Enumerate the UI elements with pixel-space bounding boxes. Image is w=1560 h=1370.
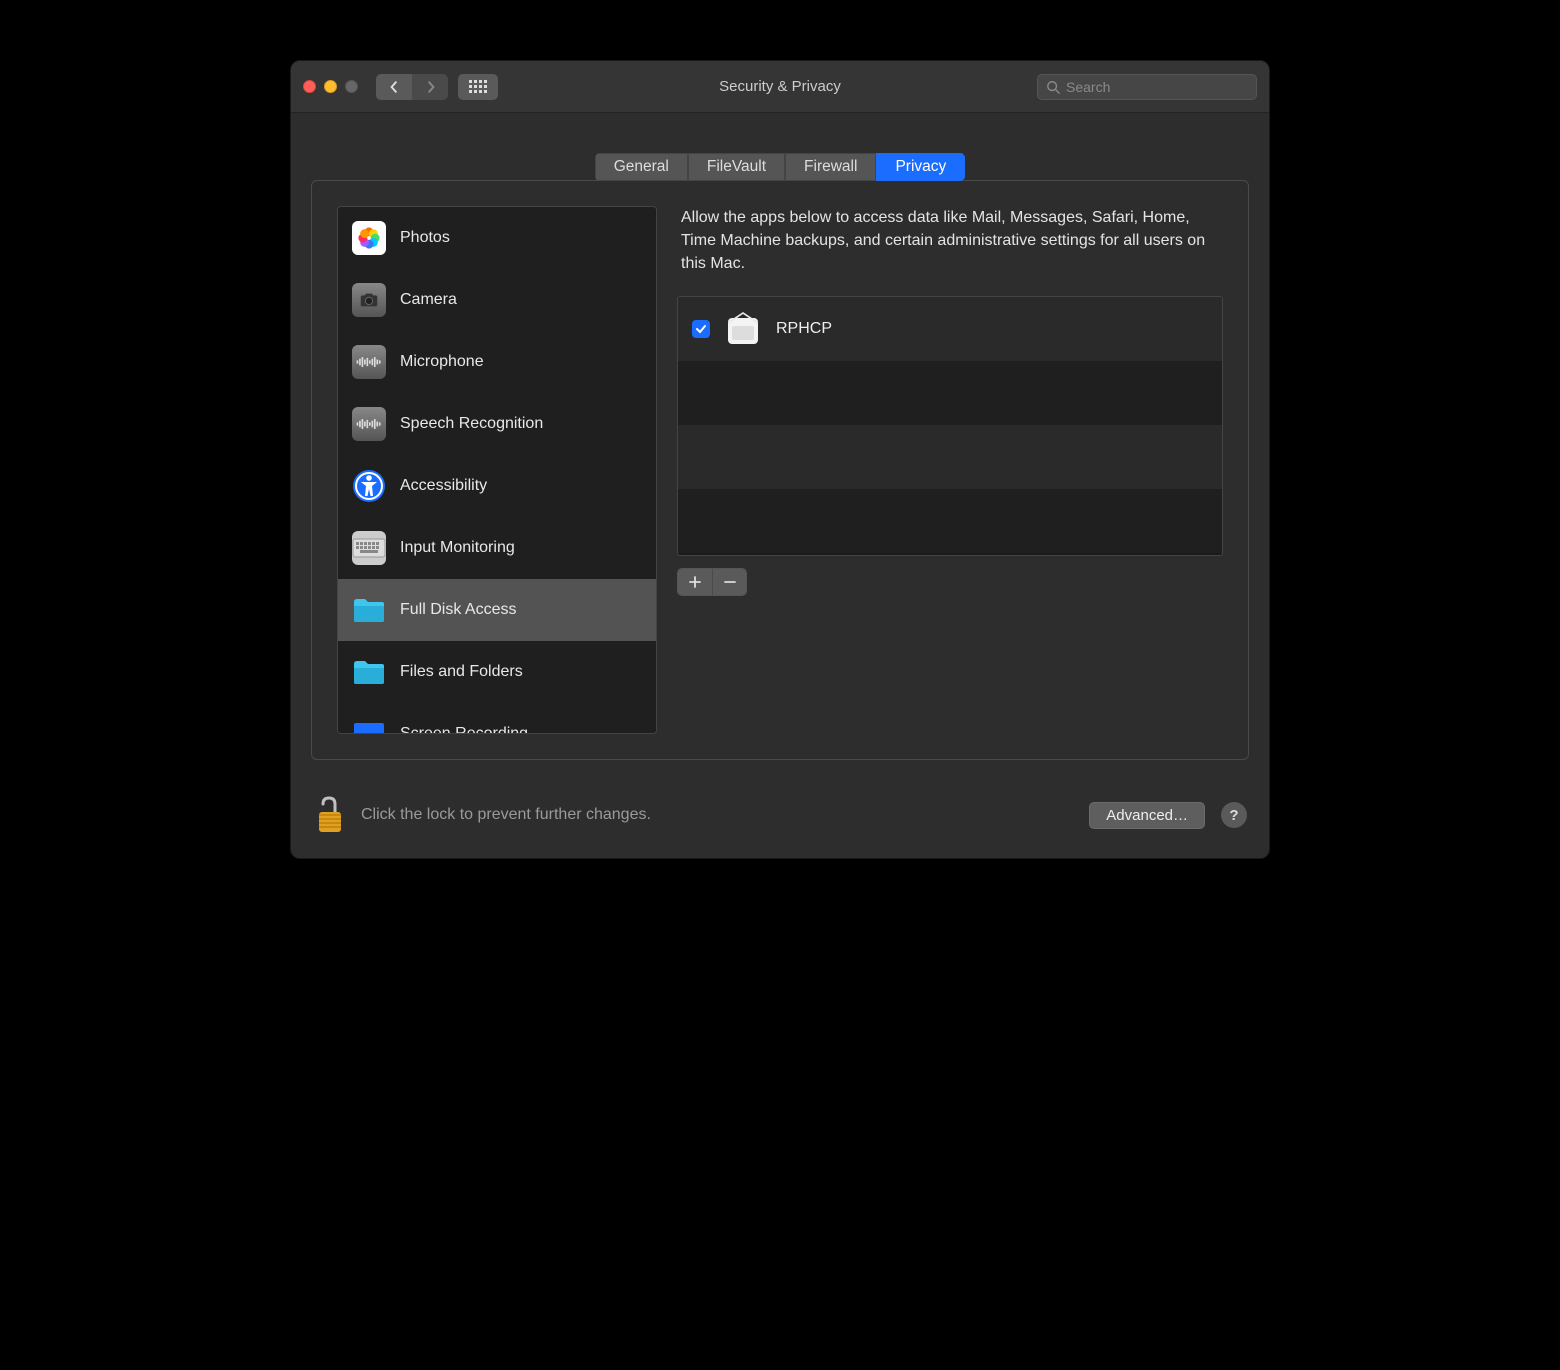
back-button[interactable] <box>376 74 412 100</box>
content-area: General FileVault Firewall Privacy Photo… <box>291 113 1269 780</box>
lock-text: Click the lock to prevent further change… <box>361 806 651 824</box>
sidebar-item-label: Files and Folders <box>400 663 523 681</box>
sidebar-item-label: Photos <box>400 229 450 247</box>
tab-privacy[interactable]: Privacy <box>876 153 965 181</box>
tab-firewall[interactable]: Firewall <box>785 153 876 181</box>
sidebar-item-input-monitoring[interactable]: Input Monitoring <box>338 517 656 579</box>
lock-area[interactable]: Click the lock to prevent further change… <box>313 794 1073 836</box>
grid-icon <box>469 80 487 93</box>
plus-icon <box>689 576 701 588</box>
app-row-empty <box>678 425 1222 489</box>
microphone-icon <box>352 345 386 379</box>
sidebar-item-label: Screen Recording <box>400 725 528 734</box>
detail-pane: Allow the apps below to access data like… <box>677 206 1223 734</box>
privacy-category-list[interactable]: Photos Camera Microphone <box>337 206 657 734</box>
sidebar-item-files-folders[interactable]: Files and Folders <box>338 641 656 703</box>
keyboard-icon <box>352 531 386 565</box>
sidebar-item-label: Accessibility <box>400 477 487 495</box>
advanced-button[interactable]: Advanced… <box>1089 802 1205 829</box>
search-field[interactable] <box>1037 74 1257 100</box>
sidebar-item-speech[interactable]: Speech Recognition <box>338 393 656 455</box>
traffic-lights <box>303 80 358 93</box>
check-icon <box>695 323 707 335</box>
add-remove-group <box>677 568 747 596</box>
photos-icon <box>352 221 386 255</box>
app-row[interactable]: RPHCP <box>678 297 1222 361</box>
preferences-window: Security & Privacy General FileVault Fir… <box>290 60 1270 859</box>
sidebar-item-photos[interactable]: Photos <box>338 207 656 269</box>
close-window-button[interactable] <box>303 80 316 93</box>
sidebar-item-camera[interactable]: Camera <box>338 269 656 331</box>
sidebar-item-full-disk-access[interactable]: Full Disk Access <box>338 579 656 641</box>
footer: Click the lock to prevent further change… <box>291 780 1269 858</box>
sidebar-item-label: Input Monitoring <box>400 539 515 557</box>
show-all-button[interactable] <box>458 74 498 100</box>
app-name: RPHCP <box>776 320 832 338</box>
minimize-window-button[interactable] <box>324 80 337 93</box>
titlebar: Security & Privacy <box>291 61 1269 113</box>
sidebar-item-label: Full Disk Access <box>400 601 516 619</box>
zoom-window-button[interactable] <box>345 80 358 93</box>
chevron-left-icon <box>388 81 400 93</box>
app-list[interactable]: RPHCP <box>677 296 1223 556</box>
description-text: Allow the apps below to access data like… <box>677 206 1223 276</box>
unlocked-lock-icon <box>313 794 347 836</box>
privacy-panel: Photos Camera Microphone <box>311 180 1249 760</box>
minus-icon <box>724 576 736 588</box>
speech-icon <box>352 407 386 441</box>
sidebar-item-accessibility[interactable]: Accessibility <box>338 455 656 517</box>
sidebar-item-label: Camera <box>400 291 457 309</box>
search-input[interactable] <box>1066 79 1248 95</box>
accessibility-icon <box>352 469 386 503</box>
chevron-right-icon <box>425 81 437 93</box>
app-icon <box>724 310 762 348</box>
sidebar-item-label: Speech Recognition <box>400 415 543 433</box>
camera-icon <box>352 283 386 317</box>
forward-button[interactable] <box>412 74 448 100</box>
add-button[interactable] <box>678 569 712 595</box>
display-icon <box>352 717 386 734</box>
sidebar-item-label: Microphone <box>400 353 484 371</box>
remove-button[interactable] <box>712 569 746 595</box>
folder-icon <box>352 655 386 689</box>
tab-filevault[interactable]: FileVault <box>688 153 785 181</box>
help-button[interactable]: ? <box>1221 802 1247 828</box>
tab-bar: General FileVault Firewall Privacy <box>311 153 1249 181</box>
sidebar-item-screen-recording[interactable]: Screen Recording <box>338 703 656 734</box>
app-row-empty <box>678 489 1222 553</box>
app-checkbox[interactable] <box>692 320 710 338</box>
nav-group <box>376 74 448 100</box>
app-row-empty <box>678 361 1222 425</box>
folder-icon <box>352 593 386 627</box>
sidebar-item-microphone[interactable]: Microphone <box>338 331 656 393</box>
tab-general[interactable]: General <box>595 153 688 181</box>
search-icon <box>1046 80 1060 94</box>
